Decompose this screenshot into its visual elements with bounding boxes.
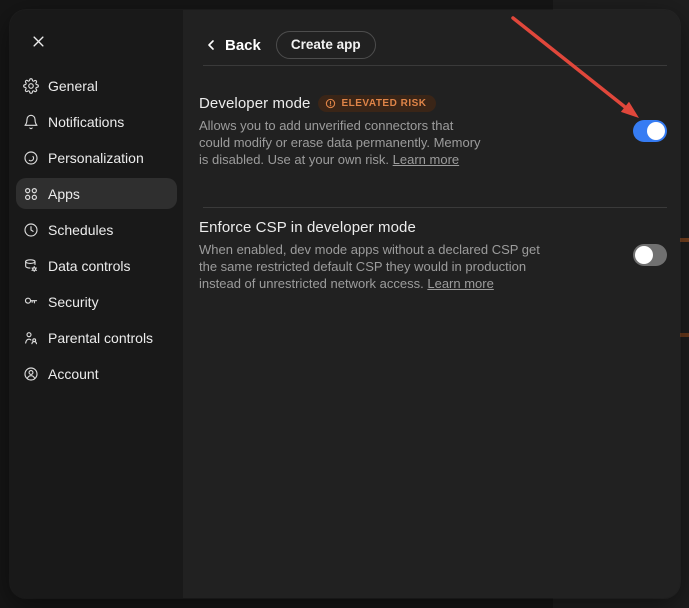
sidebar-item-label: Account (48, 366, 99, 382)
enforce-csp-section: Enforce CSP in developer mode When enabl… (183, 208, 680, 292)
developer-mode-section: Developer mode ELEVATED RISK Allows you … (183, 66, 680, 207)
personalization-icon (23, 150, 39, 166)
sidebar-item-label: Schedules (48, 222, 113, 238)
toggle-knob (647, 122, 665, 140)
chevron-left-icon (203, 37, 219, 53)
settings-modal: General Notifications Personalization Apps S… (10, 10, 680, 598)
background-artifact (680, 238, 689, 242)
sidebar-item-apps[interactable]: Apps (16, 178, 177, 209)
bell-icon (23, 114, 39, 130)
create-app-button[interactable]: Create app (276, 31, 376, 59)
sidebar-item-label: Notifications (48, 114, 124, 130)
account-icon (23, 366, 39, 382)
sidebar-nav: General Notifications Personalization Apps S… (16, 70, 177, 389)
parental-icon (23, 330, 39, 346)
sidebar-item-schedules[interactable]: Schedules (16, 214, 177, 245)
warning-circle-icon (325, 98, 336, 109)
elevated-risk-label: ELEVATED RISK (341, 98, 426, 109)
enforce-csp-toggle[interactable] (633, 244, 667, 266)
key-icon (23, 294, 39, 310)
sidebar-item-data-controls[interactable]: Data controls (16, 250, 177, 281)
clock-icon (23, 222, 39, 238)
sidebar-item-notifications[interactable]: Notifications (16, 106, 177, 137)
sidebar-item-personalization[interactable]: Personalization (16, 142, 177, 173)
developer-mode-title: Developer mode (199, 95, 310, 112)
sidebar-item-label: General (48, 78, 98, 94)
close-button[interactable] (23, 26, 53, 56)
sidebar-item-security[interactable]: Security (16, 286, 177, 317)
database-icon (23, 258, 39, 274)
sidebar-item-label: Data controls (48, 258, 130, 274)
sidebar-item-label: Apps (48, 186, 80, 202)
background-artifact (680, 333, 689, 337)
sidebar-item-general[interactable]: General (16, 70, 177, 101)
enforce-csp-description: When enabled, dev mode apps without a de… (199, 241, 540, 292)
gear-icon (23, 78, 39, 94)
toggle-knob (635, 246, 653, 264)
enforce-csp-title: Enforce CSP in developer mode (199, 219, 416, 236)
sidebar-item-label: Parental controls (48, 330, 153, 346)
apps-grid-icon (23, 186, 39, 202)
sidebar-item-label: Personalization (48, 150, 144, 166)
learn-more-link[interactable]: Learn more (427, 276, 493, 291)
learn-more-link[interactable]: Learn more (393, 152, 459, 167)
sidebar-item-account[interactable]: Account (16, 358, 177, 389)
sidebar-item-parental-controls[interactable]: Parental controls (16, 322, 177, 353)
back-label: Back (225, 37, 261, 54)
apps-header: Back Create app (183, 10, 680, 58)
close-icon (31, 34, 46, 49)
settings-sidebar: General Notifications Personalization Apps S… (10, 10, 183, 598)
elevated-risk-badge: ELEVATED RISK (318, 95, 435, 112)
sidebar-item-label: Security (48, 294, 99, 310)
back-button[interactable]: Back (203, 37, 261, 54)
developer-mode-toggle[interactable] (633, 120, 667, 142)
developer-mode-description: Allows you to add unverified connectors … (199, 117, 481, 168)
settings-main-panel: Back Create app Developer mode ELEVATED … (183, 10, 680, 598)
